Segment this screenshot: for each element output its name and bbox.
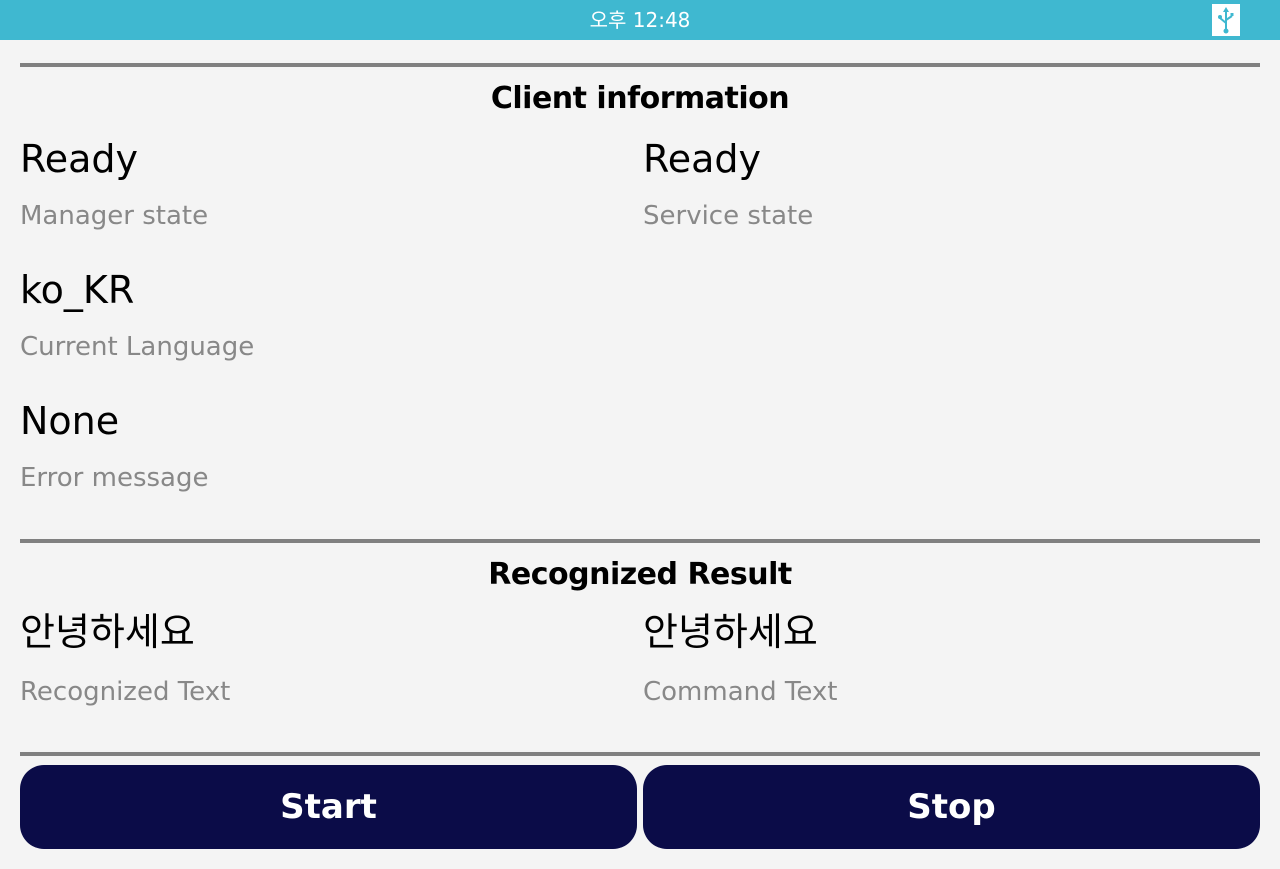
section-divider-top	[20, 63, 1260, 67]
usb-icon	[1212, 4, 1240, 36]
stop-button[interactable]: Stop	[643, 765, 1260, 849]
current-language-value: ko_KR	[20, 268, 135, 312]
status-bar: 오후 12:48	[0, 0, 1280, 40]
recognized-text-label: Recognized Text	[20, 677, 231, 707]
manager-state-value: Ready	[20, 137, 138, 181]
section-divider-middle	[20, 539, 1260, 543]
manager-state-label: Manager state	[20, 201, 209, 231]
recognized-result-title: Recognized Result	[488, 557, 792, 592]
section-divider-bottom	[20, 752, 1260, 756]
status-time: 오후 12:48	[589, 8, 691, 32]
service-state-value: Ready	[643, 137, 761, 181]
current-language-label: Current Language	[20, 332, 255, 362]
command-text-label: Command Text	[643, 677, 838, 707]
recognized-text-value: 안녕하세요	[20, 610, 195, 654]
error-message-value: None	[20, 399, 120, 443]
command-text-value: 안녕하세요	[643, 610, 818, 654]
error-message-label: Error message	[20, 463, 209, 493]
service-state-label: Service state	[643, 201, 814, 231]
start-button[interactable]: Start	[20, 765, 637, 849]
client-information-title: Client information	[490, 81, 790, 116]
